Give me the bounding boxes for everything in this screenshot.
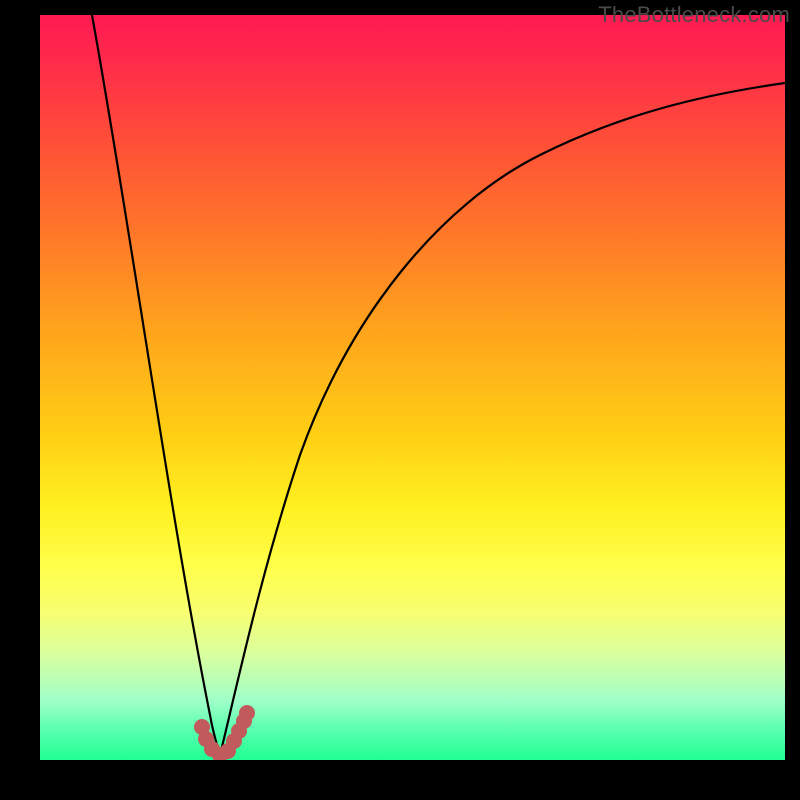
bottleneck-curve-svg: [40, 15, 785, 760]
curve-right: [220, 83, 785, 755]
chart-plot-area: [40, 15, 785, 760]
curve-left: [92, 15, 220, 755]
watermark-text: TheBottleneck.com: [598, 2, 790, 28]
